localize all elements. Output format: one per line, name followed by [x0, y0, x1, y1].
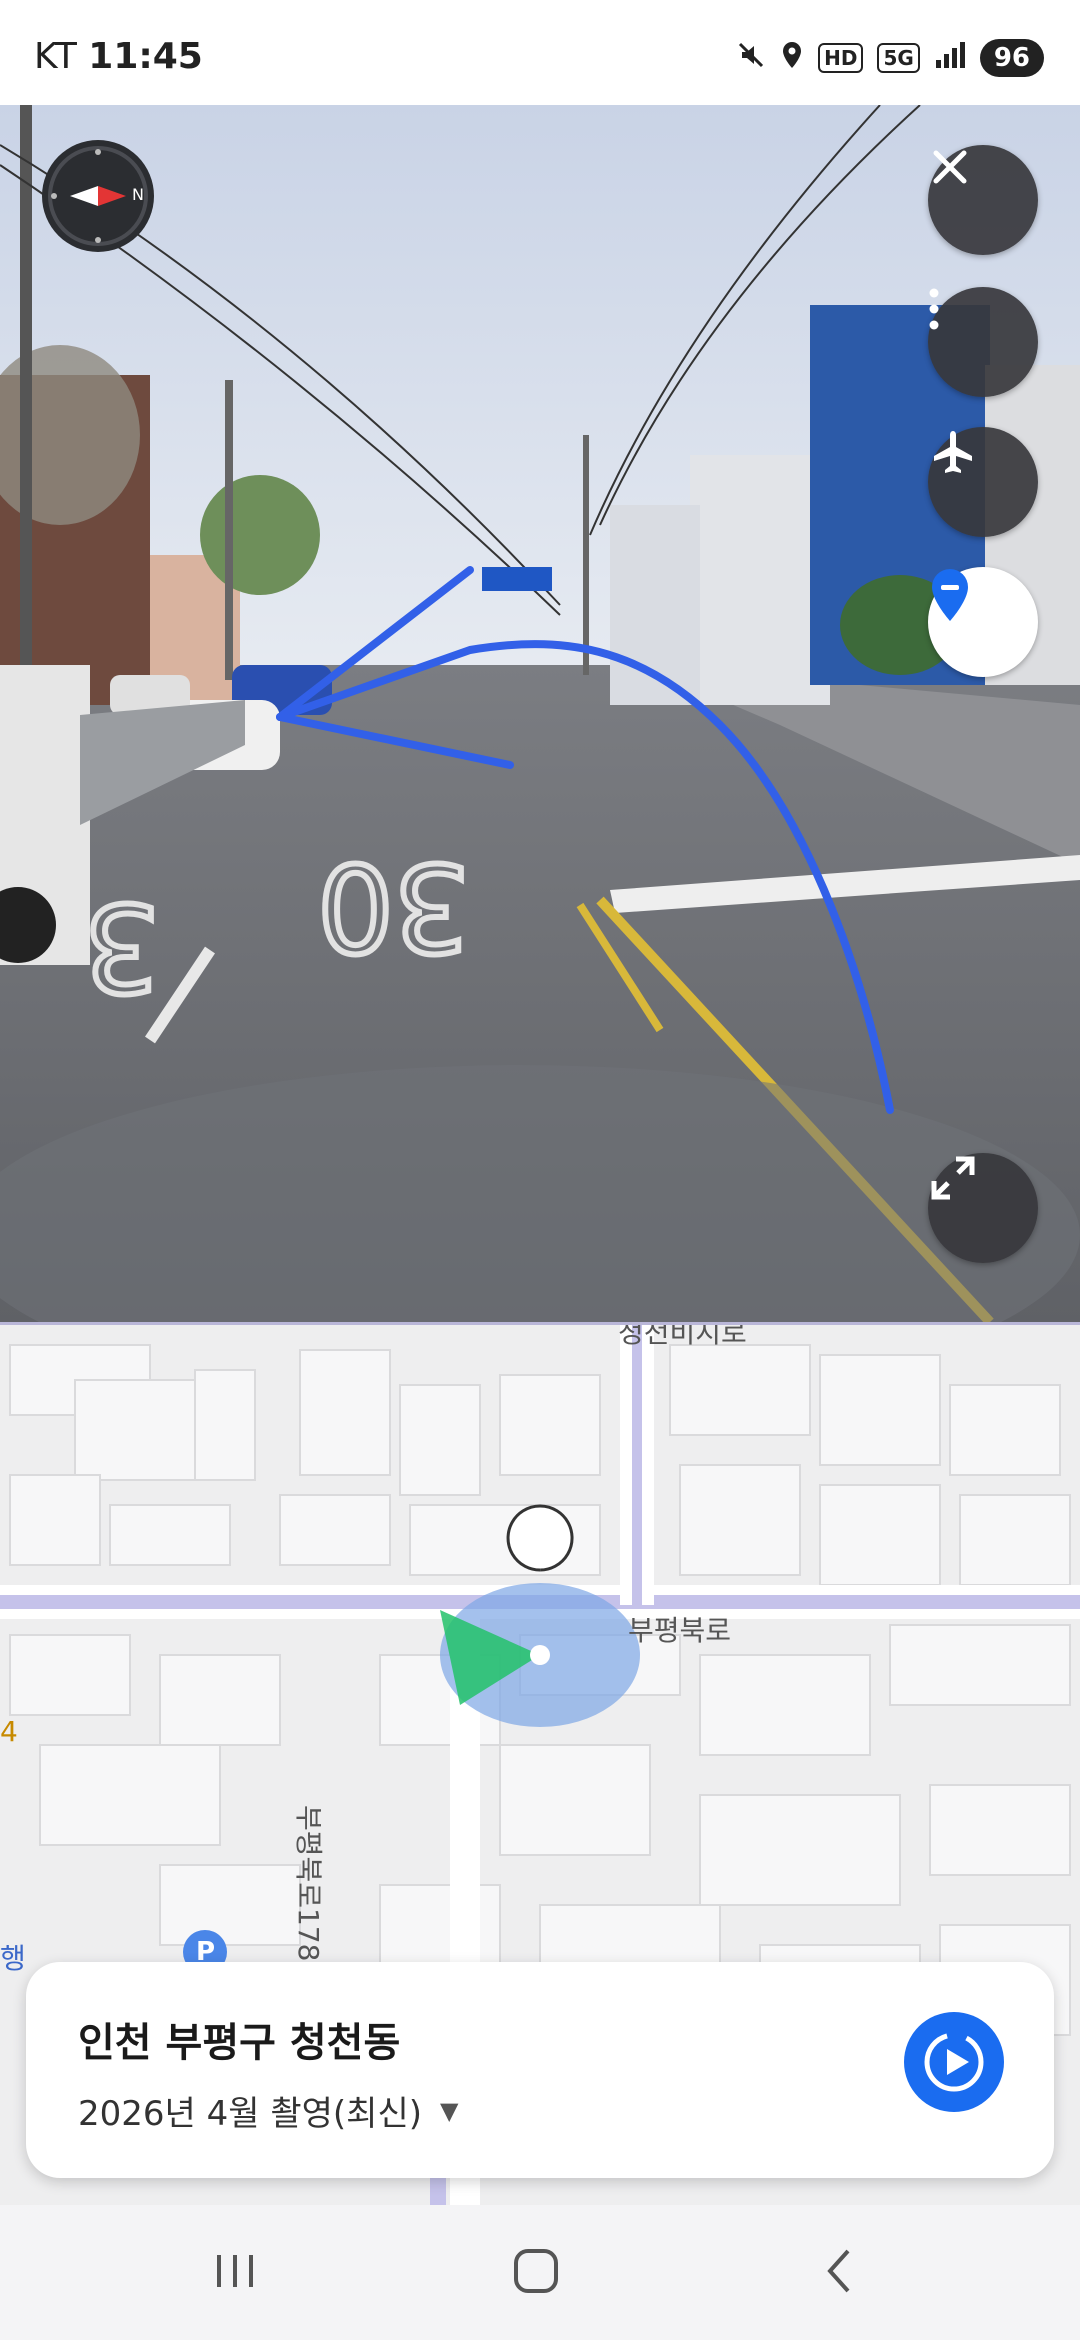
expand-button[interactable]: [928, 1153, 1038, 1263]
home-icon: [514, 2249, 558, 2293]
carrier-label: KT: [34, 36, 77, 77]
home-button[interactable]: [496, 2241, 576, 2301]
map-edge-text: 행: [0, 1942, 26, 1975]
recents-icon: [217, 2255, 253, 2287]
location-icon: [780, 40, 804, 76]
close-button[interactable]: [928, 145, 1038, 255]
location-pin-button[interactable]: [928, 567, 1038, 677]
hd-icon: HD: [818, 43, 864, 73]
5g-icon: 5G: [877, 43, 920, 73]
status-bar: KT 11:45 HD 5G 96: [0, 0, 1080, 105]
clock: 11:45: [88, 36, 203, 77]
back-icon: [827, 2249, 850, 2293]
battery-icon: 96: [979, 39, 1044, 77]
close-icon: [933, 150, 967, 184]
expand-icon: [931, 1156, 975, 1200]
status-icons: HD 5G 96: [736, 38, 1044, 78]
road-marking-30: 30: [317, 836, 470, 975]
map-edge-number: 4: [0, 1715, 18, 1748]
caret-down-icon: ▼: [439, 2096, 459, 2125]
play-icon: [924, 2032, 984, 2092]
location-title: 인천 부평구 청천동: [78, 2020, 401, 2066]
more-icon: [929, 288, 939, 330]
svg-text:N: N: [132, 185, 144, 204]
map-street-label-top: 청천비지로: [618, 1322, 747, 1349]
compass-icon[interactable]: N: [42, 140, 154, 252]
status-carrier-time: KT 11:45: [34, 36, 203, 77]
recents-button[interactable]: [195, 2241, 275, 2301]
road-marking-3: 3: [84, 876, 160, 1015]
capture-date-selector[interactable]: 2026년 4월 촬영(최신) ▼: [78, 2086, 458, 2135]
signal-icon: [934, 40, 966, 76]
system-nav-bar: [0, 2205, 1080, 2340]
play-button[interactable]: [904, 2012, 1004, 2112]
street-view-panorama[interactable]: 30 3 N: [0, 105, 1080, 1322]
aerial-view-button[interactable]: [928, 427, 1038, 537]
street-view-image: 30 3: [0, 105, 1080, 1322]
more-options-button[interactable]: [928, 287, 1038, 397]
capture-date-label: 2026년 4월 촬영(최신): [78, 2094, 422, 2134]
location-info-card[interactable]: 인천 부평구 청천동 2026년 4월 촬영(최신) ▼: [26, 1962, 1054, 2178]
airplane-icon: [934, 431, 972, 473]
mute-icon: [736, 40, 766, 76]
map-street-label-horizontal: 부평북로: [628, 1614, 732, 1647]
back-button[interactable]: [800, 2241, 880, 2301]
location-pin-icon: [932, 569, 968, 621]
